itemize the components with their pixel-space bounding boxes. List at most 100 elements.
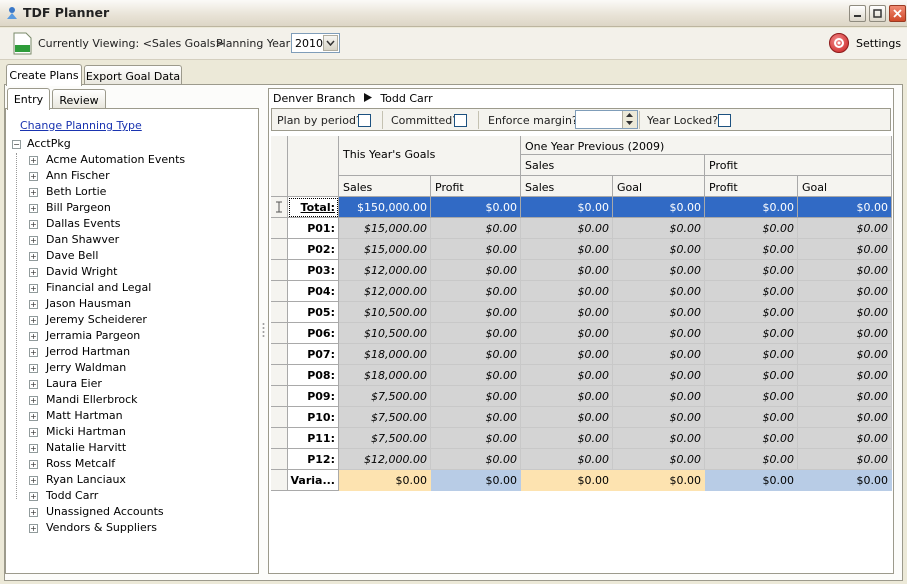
settings-button[interactable]: Settings (829, 32, 901, 56)
grid-cell[interactable]: $0.00 (798, 344, 892, 365)
grid-cell[interactable]: $0.00 (431, 449, 521, 470)
expand-icon[interactable]: + (29, 268, 38, 277)
tab-review[interactable]: Review (52, 89, 106, 109)
grid-cell[interactable]: $0.00 (798, 281, 892, 302)
grid-cell[interactable]: $0.00 (613, 365, 705, 386)
enforce-margin-spinner[interactable] (575, 110, 638, 129)
expand-icon[interactable]: + (29, 380, 38, 389)
row-label[interactable]: P08: (288, 365, 339, 386)
grid-cell[interactable]: $10,500.00 (339, 323, 431, 344)
minimize-button[interactable] (849, 5, 866, 22)
plan-by-period-checkbox[interactable] (358, 114, 371, 127)
row-label[interactable]: P04: (288, 281, 339, 302)
grid-cell[interactable]: $0.00 (431, 365, 521, 386)
row-indicator[interactable] (271, 365, 288, 386)
grid-cell[interactable]: $150,000.00 (339, 197, 431, 218)
year-dropdown-button[interactable] (323, 35, 338, 51)
grid-cell[interactable]: $0.00 (521, 302, 613, 323)
grid-cell[interactable]: $0.00 (431, 218, 521, 239)
grid-cell[interactable]: $12,000.00 (339, 260, 431, 281)
splitter-handle[interactable] (262, 322, 265, 338)
row-label[interactable]: P09: (288, 386, 339, 407)
row-label[interactable]: Total: (288, 197, 339, 218)
grid-cell[interactable]: $0.00 (613, 197, 705, 218)
row-indicator[interactable] (271, 260, 288, 281)
grid-cell[interactable]: $0.00 (431, 239, 521, 260)
grid-cell[interactable]: $0.00 (431, 197, 521, 218)
grid-cell[interactable]: $0.00 (613, 281, 705, 302)
row-indicator[interactable] (271, 281, 288, 302)
expand-icon[interactable]: + (29, 444, 38, 453)
grid-cell[interactable]: $0.00 (613, 386, 705, 407)
grid-cell[interactable]: $0.00 (798, 407, 892, 428)
grid-cell[interactable]: $0.00 (521, 386, 613, 407)
expand-icon[interactable]: + (29, 396, 38, 405)
expand-icon[interactable]: + (29, 204, 38, 213)
expand-icon[interactable]: + (29, 188, 38, 197)
grid-cell[interactable]: $0.00 (521, 344, 613, 365)
grid-cell[interactable]: $0.00 (339, 470, 431, 491)
grid-cell[interactable]: $12,000.00 (339, 281, 431, 302)
expand-icon[interactable]: + (29, 300, 38, 309)
row-label[interactable]: P07: (288, 344, 339, 365)
grid-cell[interactable]: $0.00 (798, 365, 892, 386)
grid-cell[interactable]: $0.00 (613, 428, 705, 449)
grid-cell[interactable]: $7,500.00 (339, 428, 431, 449)
grid-cell[interactable]: $0.00 (705, 323, 798, 344)
expand-icon[interactable]: + (29, 252, 38, 261)
grid-cell[interactable]: $0.00 (613, 302, 705, 323)
grid-cell[interactable]: $0.00 (613, 407, 705, 428)
expand-icon[interactable]: + (29, 492, 38, 501)
grid-cell[interactable]: $0.00 (798, 260, 892, 281)
row-indicator[interactable] (271, 407, 288, 428)
grid-cell[interactable]: $0.00 (521, 218, 613, 239)
grid-cell[interactable]: $12,000.00 (339, 449, 431, 470)
row-label[interactable]: P06: (288, 323, 339, 344)
row-label[interactable]: P02: (288, 239, 339, 260)
grid-cell[interactable]: $0.00 (521, 470, 613, 491)
grid-cell[interactable]: $0.00 (798, 470, 892, 491)
grid-cell[interactable]: $0.00 (431, 323, 521, 344)
grid-cell[interactable]: $0.00 (521, 260, 613, 281)
grid-cell[interactable]: $0.00 (521, 239, 613, 260)
row-indicator[interactable] (271, 344, 288, 365)
tab-create-plans[interactable]: Create Plans (6, 64, 82, 86)
expand-icon[interactable]: + (29, 172, 38, 181)
row-indicator-cursor[interactable] (271, 197, 288, 218)
grid-cell[interactable]: $0.00 (705, 386, 798, 407)
grid-cell[interactable]: $0.00 (798, 197, 892, 218)
expand-icon[interactable]: + (29, 220, 38, 229)
row-indicator[interactable] (271, 323, 288, 344)
expand-icon[interactable]: + (29, 284, 38, 293)
row-label[interactable]: P03: (288, 260, 339, 281)
grid-cell[interactable]: $0.00 (705, 428, 798, 449)
grid-cell[interactable]: $0.00 (431, 386, 521, 407)
row-indicator[interactable] (271, 449, 288, 470)
spinner-buttons[interactable] (622, 111, 637, 128)
grid-cell[interactable]: $0.00 (613, 470, 705, 491)
grid-cell[interactable]: $10,500.00 (339, 302, 431, 323)
grid-cell[interactable]: $0.00 (431, 470, 521, 491)
grid-cell[interactable]: $0.00 (705, 197, 798, 218)
change-planning-type-link[interactable]: Change Planning Type (20, 119, 142, 132)
grid-cell[interactable]: $15,000.00 (339, 239, 431, 260)
expand-icon[interactable]: + (29, 508, 38, 517)
row-indicator[interactable] (271, 428, 288, 449)
grid-cell[interactable]: $0.00 (431, 302, 521, 323)
expand-icon[interactable]: + (29, 348, 38, 357)
close-button[interactable] (889, 5, 906, 22)
row-indicator[interactable] (271, 239, 288, 260)
grid-cell[interactable]: $0.00 (798, 302, 892, 323)
committed-checkbox[interactable] (454, 114, 467, 127)
row-indicator[interactable] (271, 470, 288, 491)
grid-cell[interactable]: $0.00 (431, 281, 521, 302)
grid-cell[interactable]: $0.00 (705, 449, 798, 470)
expand-icon[interactable]: + (29, 460, 38, 469)
row-indicator[interactable] (271, 218, 288, 239)
planning-year-select[interactable]: 2010 (291, 33, 340, 53)
grid-cell[interactable]: $0.00 (521, 428, 613, 449)
grid-cell[interactable]: $0.00 (705, 218, 798, 239)
grid-cell[interactable]: $0.00 (705, 239, 798, 260)
grid-cell[interactable]: $7,500.00 (339, 407, 431, 428)
grid-cell[interactable]: $0.00 (521, 449, 613, 470)
